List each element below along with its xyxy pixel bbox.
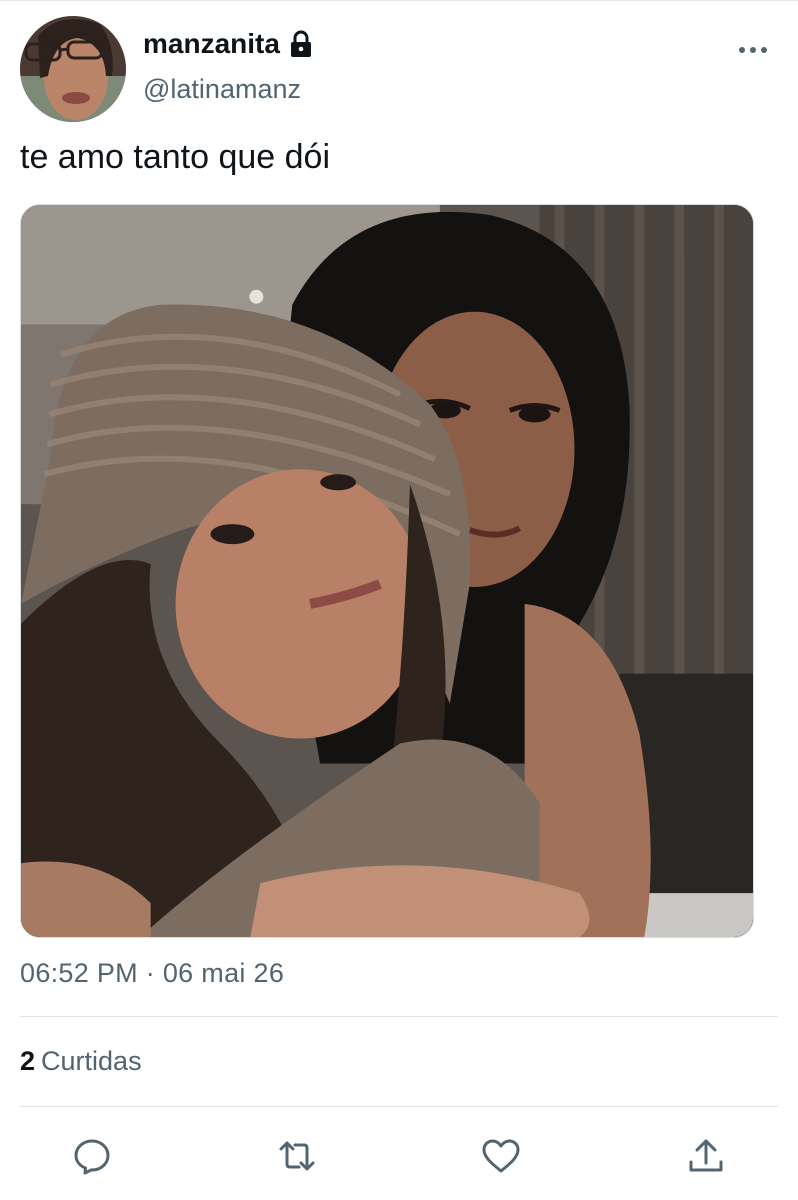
tweet-detail: manzanita @latinamanz te amo tanto que d…	[0, 0, 798, 1200]
share-button[interactable]	[684, 1134, 728, 1178]
like-button[interactable]	[479, 1134, 523, 1178]
retweet-button[interactable]	[275, 1134, 319, 1178]
heart-icon	[482, 1139, 520, 1173]
tweet-photo[interactable]	[20, 204, 754, 938]
display-name-text: manzanita	[143, 28, 280, 59]
likes-count: 2	[20, 1046, 36, 1076]
top-divider	[0, 0, 798, 1]
speech-bubble-icon	[74, 1139, 110, 1175]
divider	[20, 1106, 778, 1107]
avatar-image	[20, 16, 126, 122]
tweet-timestamp[interactable]: 06:52 PM · 06 mai 26	[20, 958, 284, 989]
photo-image	[21, 205, 753, 937]
divider	[20, 1016, 778, 1017]
user-handle[interactable]: @latinamanz	[143, 74, 301, 105]
share-upload-icon	[689, 1139, 723, 1172]
likes-stat[interactable]: 2 Curtidas	[20, 1046, 142, 1077]
more-horizontal-icon[interactable]	[736, 36, 770, 64]
reply-button[interactable]	[70, 1134, 114, 1178]
retweet-arrows-icon	[279, 1141, 315, 1171]
tweet-text: te amo tanto que dói	[20, 138, 331, 176]
lock-icon	[290, 30, 311, 57]
avatar[interactable]	[20, 16, 126, 122]
likes-label: Curtidas	[41, 1046, 142, 1076]
display-name[interactable]: manzanita	[143, 28, 314, 60]
